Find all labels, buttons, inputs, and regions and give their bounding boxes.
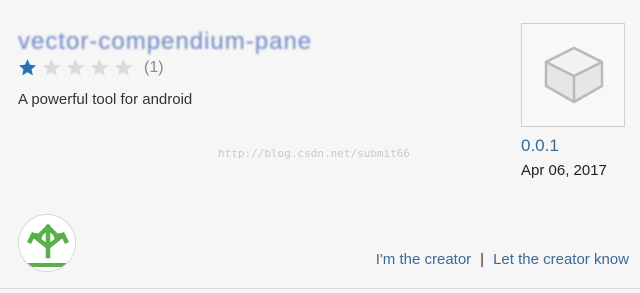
star-4-icon[interactable] <box>90 58 109 77</box>
package-cube-icon <box>544 46 604 104</box>
app-icon-frame <box>521 23 625 127</box>
im-the-creator-link[interactable]: I'm the creator <box>376 251 471 268</box>
star-rating: (1) <box>18 58 164 77</box>
watermark-text: http://blog.csdn.net/submit66 <box>218 147 411 160</box>
release-date: Apr 06, 2017 <box>521 162 607 179</box>
creator-links: I'm the creator | Let the creator know <box>376 251 629 268</box>
star-1-icon[interactable] <box>18 58 37 77</box>
upload-arrows-icon[interactable] <box>18 214 76 272</box>
app-description: A powerful tool for android <box>18 91 193 108</box>
star-2-icon[interactable] <box>42 58 61 77</box>
rating-count: (1) <box>144 58 164 76</box>
star-3-icon[interactable] <box>66 58 85 77</box>
let-creator-know-link[interactable]: Let the creator know <box>493 251 629 268</box>
divider <box>0 288 640 289</box>
app-title: vector-compendium-pane <box>18 28 313 55</box>
star-5-icon[interactable] <box>114 58 133 77</box>
version-link[interactable]: 0.0.1 <box>521 136 559 156</box>
link-separator: | <box>480 251 485 268</box>
